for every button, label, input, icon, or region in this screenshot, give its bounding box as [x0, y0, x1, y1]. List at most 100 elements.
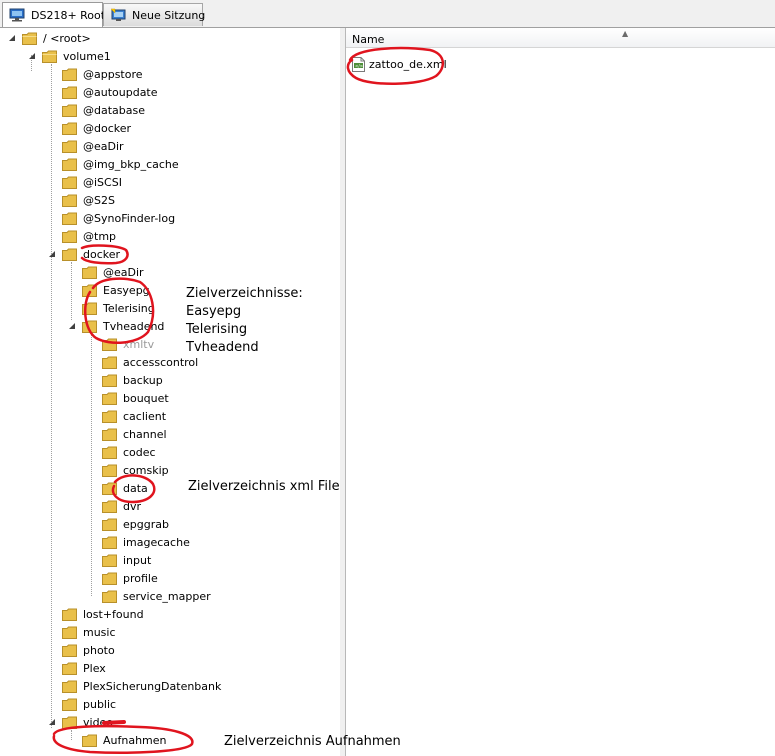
tree-item[interactable]: profile: [88, 569, 158, 587]
tree-item[interactable]: @docker: [48, 119, 131, 137]
tree-item-tvheadend[interactable]: Tvheadend: [68, 317, 164, 335]
tree-item-label: @autoupdate: [83, 85, 158, 99]
tree-item[interactable]: @SynoFinder-log: [48, 209, 175, 227]
tree-item[interactable]: photo: [48, 641, 115, 659]
tree-item-label: PlexSicherungDatenbank: [83, 679, 222, 693]
tree-item-label: imagecache: [123, 535, 190, 549]
tree-item[interactable]: backup: [88, 371, 163, 389]
folder-icon: [102, 410, 117, 423]
tree-item[interactable]: @tmp: [48, 227, 116, 245]
tree-item[interactable]: @img_bkp_cache: [48, 155, 179, 173]
folder-icon: [102, 392, 117, 405]
tree-item[interactable]: channel: [88, 425, 167, 443]
annotation-recordings-target: Zielverzeichnis Aufnahmen: [224, 734, 401, 749]
tree-item[interactable]: bouquet: [88, 389, 169, 407]
file-list[interactable]: Name ▲ </> zattoo_de.xml: [346, 28, 775, 756]
tree-item[interactable]: public: [48, 695, 116, 713]
folder-icon: [62, 248, 77, 261]
tree-item[interactable]: @autoupdate: [48, 83, 158, 101]
annotation-targets: Zielverzeichnisse: Easyepg Telerising Tv…: [186, 285, 303, 357]
tree-item-aufnahmen[interactable]: Aufnahmen: [68, 731, 167, 749]
tree-item[interactable]: codec: [88, 443, 156, 461]
folder-icon: [102, 446, 117, 459]
tree-item[interactable]: accesscontrol: [88, 353, 198, 371]
annotation-xml-target: Zielverzeichnis xml File: [188, 479, 340, 494]
tree-item-label: @eaDir: [103, 265, 144, 279]
tree-item[interactable]: @S2S: [48, 191, 115, 209]
tab-label: Neue Sitzung: [132, 8, 206, 22]
tree-item-label: public: [83, 697, 117, 711]
folder-icon: [62, 158, 77, 171]
folder-icon: [62, 176, 77, 189]
tree-item-label: volume1: [63, 49, 111, 63]
tree-item[interactable]: @eaDir: [68, 263, 144, 281]
sort-ascending-icon: ▲: [622, 29, 629, 38]
tree-item[interactable]: xmltv: [88, 335, 154, 353]
folder-icon: [102, 536, 117, 549]
tree-item[interactable]: epggrab: [88, 515, 169, 533]
folder-icon: [82, 302, 97, 315]
computer-icon: [9, 8, 25, 22]
tree-item[interactable]: @iSCSI: [48, 173, 122, 191]
tree-item-label: @iSCSI: [83, 175, 122, 189]
folder-icon: [102, 554, 117, 567]
tree-item-label: Aufnahmen: [103, 733, 167, 747]
annotation-target: Easyepg: [186, 304, 242, 319]
new-session-icon: [110, 8, 126, 21]
tree-item[interactable]: Plex: [48, 659, 106, 677]
file-item-zattoo[interactable]: </> zattoo_de.xml: [352, 56, 447, 72]
column-header-name[interactable]: Name ▲: [346, 28, 775, 48]
tab-neue-sitzung[interactable]: Neue Sitzung: [103, 3, 206, 26]
expanded-arrow-icon: [49, 719, 55, 725]
tree-item-label: @database: [83, 103, 145, 117]
folder-icon: [102, 464, 117, 477]
tree-item-telerising[interactable]: Telerising: [68, 299, 155, 317]
folder-tree[interactable]: / <root> volume1 @appstore @autoupdate @…: [0, 28, 341, 756]
tree-item[interactable]: @appstore: [48, 65, 143, 83]
svg-text:</>: </>: [355, 63, 363, 68]
tree-item-label: photo: [83, 643, 115, 657]
tree-item-label: @appstore: [83, 67, 143, 81]
tree-item-label: Tvheadend: [103, 319, 165, 333]
tree-item-label: input: [123, 553, 152, 567]
tree-item-label: / <root>: [43, 31, 91, 45]
tree-item-root[interactable]: / <root>: [8, 29, 91, 47]
tree-item-label: @eaDir: [83, 139, 124, 153]
tree-item[interactable]: service_mapper: [88, 587, 211, 605]
tree-item-label: caclient: [123, 409, 167, 423]
tree-item[interactable]: caclient: [88, 407, 166, 425]
folder-icon: [82, 320, 97, 333]
annotation-target: Tvheadend: [186, 340, 259, 355]
tree-item[interactable]: imagecache: [88, 533, 190, 551]
folder-icon: [102, 500, 117, 513]
tree-item-easyepg[interactable]: Easyepg: [68, 281, 150, 299]
tree-item-video[interactable]: video: [48, 713, 113, 731]
tree-item[interactable]: @database: [48, 101, 145, 119]
folder-icon: [102, 374, 117, 387]
tree-item[interactable]: @eaDir: [48, 137, 124, 155]
tree-item[interactable]: PlexSicherungDatenbank: [48, 677, 221, 695]
tree-item-docker[interactable]: docker: [48, 245, 120, 263]
tab-ds218-root[interactable]: DS218+ Root: [2, 2, 105, 27]
tree-item[interactable]: music: [48, 623, 116, 641]
tree-item-label: video: [83, 715, 114, 729]
folder-icon: [62, 140, 77, 153]
tree-item-volume1[interactable]: volume1: [28, 47, 111, 65]
tree-item[interactable]: lost+found: [48, 605, 144, 623]
folder-icon: [82, 734, 97, 747]
tree-item-label: data: [123, 481, 148, 495]
folder-icon: [102, 482, 117, 495]
tree-item[interactable]: input: [88, 551, 151, 569]
folder-icon: [102, 356, 117, 369]
folder-icon: [82, 266, 97, 279]
tree-item[interactable]: dvr: [88, 497, 141, 515]
folder-icon: [102, 338, 117, 351]
tree-item-label: epggrab: [123, 517, 169, 531]
tree-item-label: backup: [123, 373, 163, 387]
tree-item-label: @docker: [83, 121, 132, 135]
folder-icon: [102, 518, 117, 531]
tree-item-label: xmltv: [123, 337, 155, 351]
tree-item-data[interactable]: data: [88, 479, 148, 497]
tree-item[interactable]: comskip: [88, 461, 169, 479]
folder-icon: [42, 50, 57, 63]
